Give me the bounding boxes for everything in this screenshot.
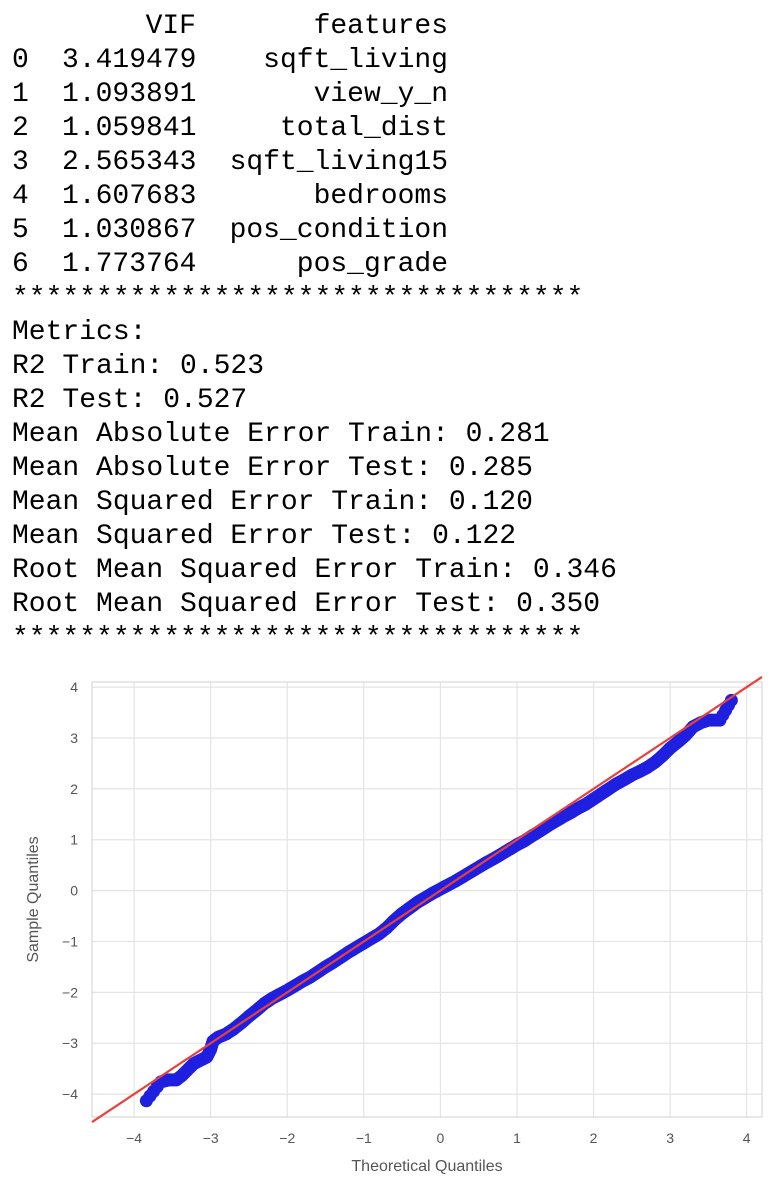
metric-line-r2-train: R2 Train: 0.523: [12, 351, 265, 382]
vif-row-value: 1.093891: [62, 79, 197, 110]
metric-line-mae-train: Mean Absolute Error Train: 0.281: [12, 419, 550, 450]
metric-line-mae-test: Mean Absolute Error Test: 0.285: [12, 453, 533, 484]
vif-table-row: 1 1.093891 view_y_n: [12, 78, 772, 112]
vif-table-row: 6 1.773764 pos_grade: [12, 248, 772, 282]
vif-row-index: 5: [12, 215, 29, 246]
y-axis-label: Sample Quantiles: [25, 836, 42, 962]
vif-row-feature: view_y_n: [313, 79, 448, 110]
y-tick-label: −3: [62, 1035, 78, 1051]
qq-plot: −4 −3 −2 −1 0 1 2 3 4 −4 −3 −2 −1 0 1 2 3 4 Theoretical …: [25, 675, 763, 1175]
metric-line-r2-test: R2 Test: 0.527: [12, 385, 248, 416]
vif-table-row: 4 1.607683 bedrooms: [12, 180, 772, 214]
vif-row-feature: total_dist: [279, 113, 448, 144]
vif-row-value: 1.030867: [62, 215, 197, 246]
separator-line: **********************************: [12, 623, 584, 654]
vif-row-index: 0: [12, 45, 29, 76]
metric-line-rmse-test: Root Mean Squared Error Test: 0.350: [12, 589, 601, 620]
reference-line-group: [91, 675, 763, 1124]
y-tick-label: 3: [70, 730, 78, 746]
x-tick-label: −2: [279, 1130, 295, 1146]
vif-row-feature: bedrooms: [313, 181, 448, 212]
y-tick-label: 2: [70, 781, 78, 797]
cell-output-text: VIF features 0 3.419479 sqft_living 1 1.…: [12, 10, 772, 656]
vif-row-feature: sqft_living: [263, 45, 448, 76]
vif-header-features: features: [313, 11, 448, 42]
x-tick-label: 2: [590, 1130, 598, 1146]
vif-header-vif: VIF: [145, 11, 196, 42]
x-tick-label: −1: [356, 1130, 372, 1146]
vif-row-feature: pos_grade: [296, 249, 448, 280]
y-tick-label: 0: [70, 883, 78, 899]
metric-line-mse-train: Mean Squared Error Train: 0.120: [12, 487, 533, 518]
vif-row-feature: sqft_living15: [229, 147, 448, 178]
vif-row-value: 1.773764: [62, 249, 197, 280]
vif-row-index: 6: [12, 249, 29, 280]
reference-line: [91, 675, 763, 1124]
metrics-title: Metrics:: [12, 317, 147, 348]
vif-row-index: 1: [12, 79, 29, 110]
vif-row-index: 2: [12, 113, 29, 144]
x-tick-label: 1: [513, 1130, 521, 1146]
x-tick-labels: −4 −3 −2 −1 0 1 2 3 4: [126, 1130, 751, 1146]
x-tick-label: −3: [203, 1130, 219, 1146]
vif-table-row: 3 2.565343 sqft_living15: [12, 146, 772, 180]
x-tick-label: 3: [666, 1130, 674, 1146]
vif-row-feature: pos_condition: [229, 215, 448, 246]
x-tick-label: 4: [743, 1130, 751, 1146]
vif-row-index: 4: [12, 181, 29, 212]
vif-table-row: 0 3.419479 sqft_living: [12, 44, 772, 78]
y-tick-label: −2: [62, 984, 78, 1000]
x-tick-label: −4: [126, 1130, 142, 1146]
metric-line-rmse-train: Root Mean Squared Error Train: 0.346: [12, 555, 617, 586]
vif-row-value: 2.565343: [62, 147, 197, 178]
y-tick-label: 1: [70, 832, 78, 848]
vif-table-row: 2 1.059841 total_dist: [12, 112, 772, 146]
y-tick-label: −1: [62, 933, 78, 949]
separator-line: **********************************: [12, 283, 584, 314]
data-points: [139, 693, 738, 1108]
vif-row-index: 3: [12, 147, 29, 178]
vif-header-index: [12, 10, 62, 44]
x-axis-label: Theoretical Quantiles: [351, 1158, 502, 1175]
x-tick-label: 0: [437, 1130, 445, 1146]
metric-line-mse-test: Mean Squared Error Test: 0.122: [12, 521, 517, 552]
vif-table-row: 5 1.030867 pos_condition: [12, 214, 772, 248]
vif-row-value: 1.059841: [62, 113, 197, 144]
data-point: [722, 698, 735, 712]
y-tick-labels: −4 −3 −2 −1 0 1 2 3 4: [62, 679, 78, 1102]
y-tick-label: −4: [62, 1086, 78, 1102]
vif-table-header: VIF features: [12, 10, 772, 44]
vif-row-value: 1.607683: [62, 181, 197, 212]
vif-row-value: 3.419479: [62, 45, 197, 76]
y-tick-label: 4: [70, 679, 78, 695]
